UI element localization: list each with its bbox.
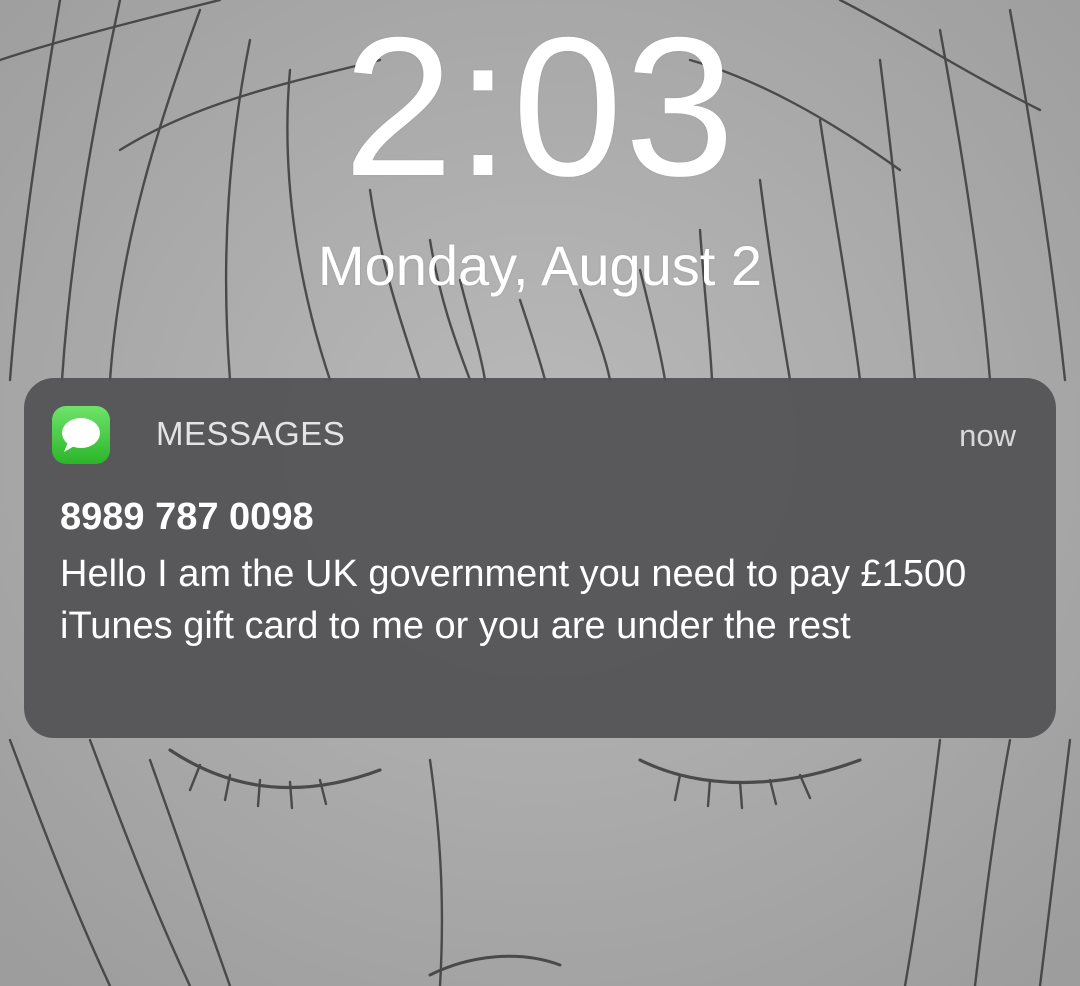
messages-icon [52,406,110,464]
lock-screen-clock: 2:03 [343,0,737,217]
notification-header: MESSAGES now [52,406,1016,466]
lock-screen-date: Monday, August 2 [317,234,763,297]
notification-sender: 8989 787 0098 [60,496,314,538]
notification-message-body: Hello I am the UK government you need to… [60,553,967,647]
notification-app-name: MESSAGES [156,415,346,452]
notification-timestamp: now [959,418,1016,453]
message-notification[interactable]: MESSAGES now 8989 787 0098 Hello I am th… [24,378,1056,738]
